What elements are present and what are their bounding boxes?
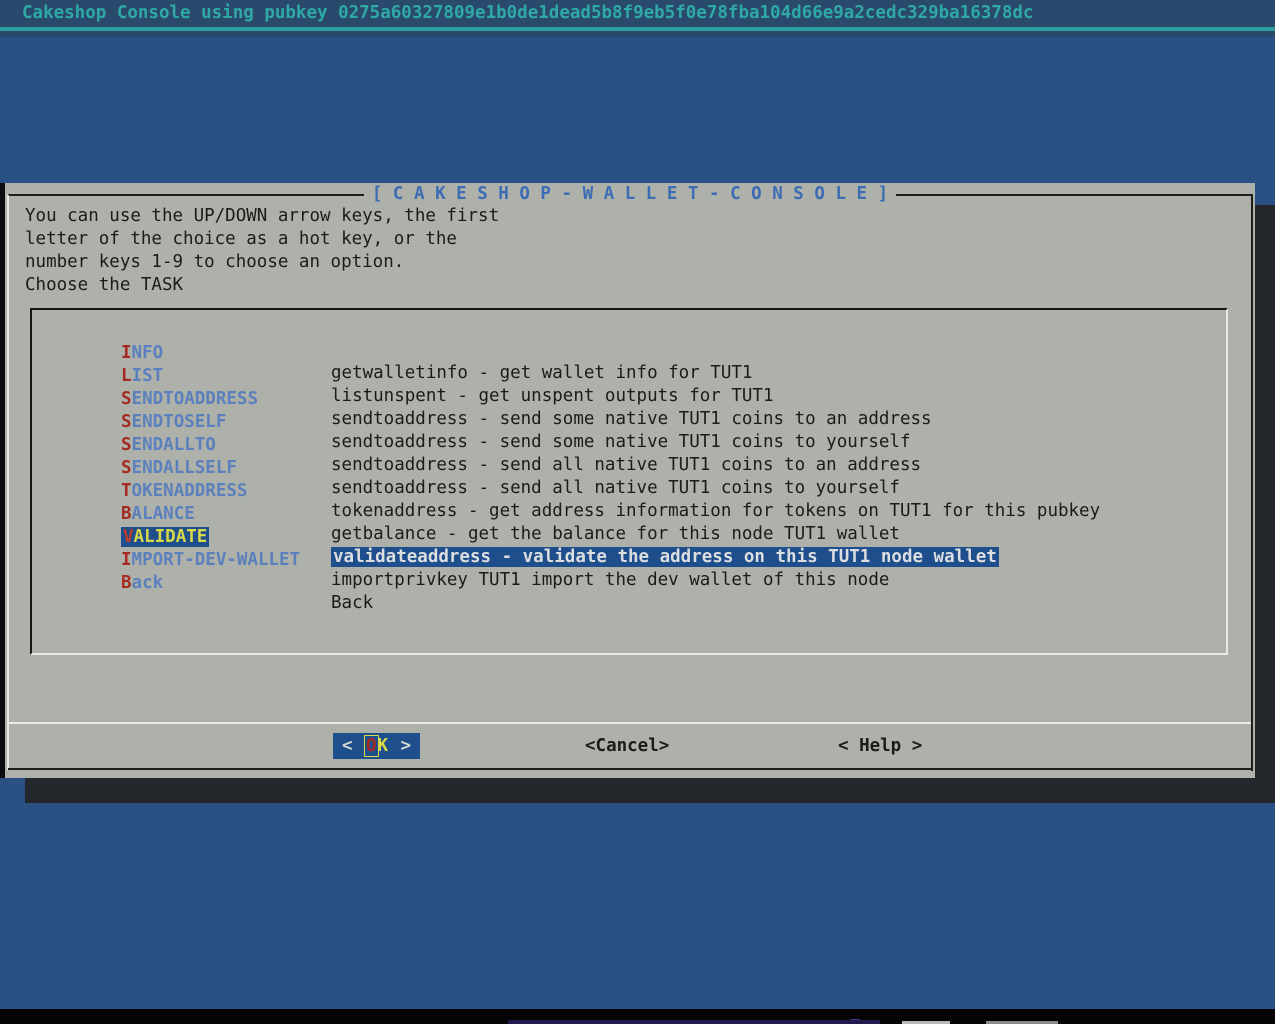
task-menu-listbox: INFO getwalletinfo - get wallet info for… [30,308,1228,655]
help-button[interactable]: < Help > [838,733,922,759]
menu-tag: Back [121,573,163,593]
window-title: Cakeshop Console using pubkey 0275a60327… [22,3,1033,23]
dialog-top-border [8,194,1252,196]
menu-desc: Back [331,593,373,613]
menu-item-import-dev-wallet[interactable]: IMPORT-DEV-WALLET importprivkey TUT1 imp… [32,530,1226,553]
taskbar-fragment-indigo [508,1020,880,1024]
ok-hotkey-cursor: O [365,736,378,756]
menu-item-tokenaddress[interactable]: TOKENADDRESS tokenaddress - get address … [32,461,1226,484]
dialog-border-bottom [8,768,1253,770]
terminal-screen: Cakeshop Console using pubkey 0275a60327… [0,0,1275,1024]
ok-bracket-left: < [342,733,353,759]
button-row-separator [9,722,1251,724]
cancel-button[interactable]: <Cancel> [585,733,669,759]
ok-bracket-right: > [400,733,411,759]
menu-item-sendallto[interactable]: SENDALLTO sendtoaddress - send all nativ… [32,415,1226,438]
window-title-bar: Cakeshop Console using pubkey 0275a60327… [0,0,1275,27]
ok-button[interactable]: < OK > [333,733,420,759]
menu-item-info[interactable]: INFO getwalletinfo - get wallet info for… [32,323,1226,346]
dialog-border-left [7,195,9,770]
wallet-console-dialog: [ C A K E S H O P - W A L L E T - C O N … [5,183,1255,778]
ok-label: OK [365,733,388,759]
menu-item-validate[interactable]: VALIDATE validateaddress - validate the … [32,507,1226,530]
menu-item-list[interactable]: LIST listunspent - get unspent outputs f… [32,346,1226,369]
menu-item-balance[interactable]: BALANCE getbalance - get the balance for… [32,484,1226,507]
menu-item-back[interactable]: Back Back [32,553,1226,576]
bottom-black-bar [0,1009,1275,1024]
task-menu: INFO getwalletinfo - get wallet info for… [32,323,1226,576]
menu-item-sendtoself[interactable]: SENDTOSELF sendtoaddress - send some nat… [32,392,1226,415]
menu-item-sendallself[interactable]: SENDALLSELF sendtoaddress - send all nat… [32,438,1226,461]
dialog-border-right [1251,194,1253,771]
title-bar-lower-strip [0,31,1275,37]
menu-item-sendtoaddress[interactable]: SENDTOADDRESS sendtoaddress - send some … [32,369,1226,392]
dialog-instructions: You can use the UP/DOWN arrow keys, the … [25,205,499,297]
